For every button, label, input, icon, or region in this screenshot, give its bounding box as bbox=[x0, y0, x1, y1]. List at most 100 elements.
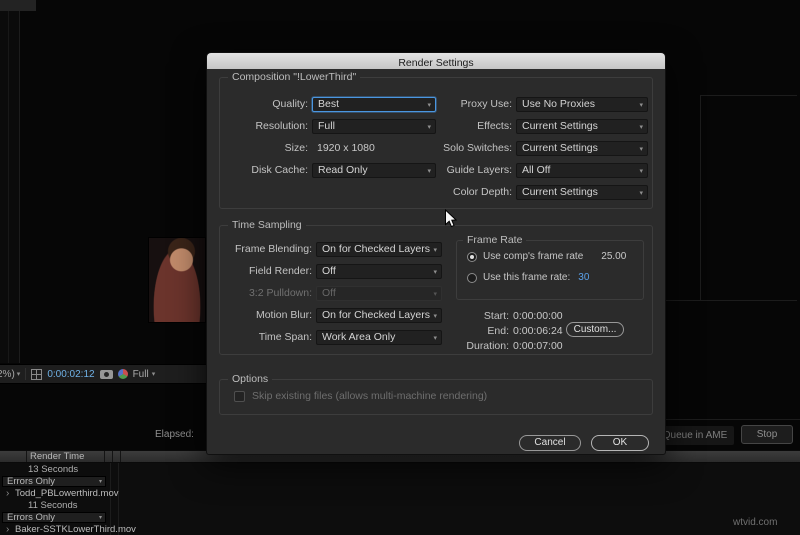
left-panel-edge bbox=[0, 0, 20, 363]
chevron-down-icon: ▾ bbox=[433, 334, 437, 342]
motion-blur-label: Motion Blur: bbox=[255, 309, 312, 321]
radio-dot bbox=[470, 254, 474, 259]
log-dropdown[interactable]: Errors Only ▾ bbox=[2, 512, 106, 523]
resolution-label: Resolution: bbox=[255, 120, 308, 132]
panel-divider bbox=[8, 0, 9, 363]
column-divider bbox=[104, 451, 105, 462]
cancel-button[interactable]: Cancel bbox=[519, 435, 581, 451]
column-divider bbox=[26, 451, 27, 462]
column-divider bbox=[120, 451, 121, 462]
output-file-link[interactable]: Todd_PBLowerthird.mov bbox=[15, 488, 119, 500]
time-sampling-group: Time Sampling Frame Blending: On for Che… bbox=[219, 219, 653, 355]
field-render-dropdown[interactable]: Off ▾ bbox=[316, 264, 442, 279]
radio-selected-icon[interactable] bbox=[467, 251, 477, 262]
custom-button[interactable]: Custom... bbox=[566, 322, 624, 337]
render-time-column-header[interactable]: Render Time bbox=[30, 451, 84, 462]
end-label: End: bbox=[487, 325, 509, 337]
snapshot-camera-icon[interactable] bbox=[99, 369, 113, 379]
skip-existing-label: Skip existing files (allows multi-machin… bbox=[252, 390, 488, 402]
quality-label: Quality: bbox=[272, 98, 308, 110]
log-dropdown[interactable]: Errors Only ▾ bbox=[2, 476, 106, 487]
elapsed-label: Elapsed: bbox=[155, 429, 194, 440]
effects-dropdown[interactable]: Current Settings ▾ bbox=[516, 119, 648, 134]
color-depth-dropdown[interactable]: Current Settings ▾ bbox=[516, 185, 648, 200]
output-row: › Baker-SSTKLowerThird.mov bbox=[0, 524, 220, 535]
pulldown-value: Off bbox=[322, 287, 336, 299]
chevron-down-icon: ▾ bbox=[433, 312, 437, 320]
pulldown-dropdown: Off ▾ bbox=[316, 286, 442, 301]
time-span-dropdown[interactable]: Work Area Only ▾ bbox=[316, 330, 442, 345]
panel-border bbox=[700, 95, 797, 96]
proxy-use-label: Proxy Use: bbox=[460, 98, 512, 110]
video-thumbnail bbox=[148, 237, 206, 323]
ok-button[interactable]: OK bbox=[591, 435, 649, 451]
render-queue-rows: 13 Seconds Errors Only ▾ › Todd_PBLowert… bbox=[0, 463, 800, 535]
chevron-down-icon: ▾ bbox=[639, 167, 643, 175]
effects-value: Current Settings bbox=[522, 120, 598, 132]
log-row: Errors Only ▾ bbox=[0, 512, 220, 524]
dialog-body: Composition "!LowerThird" Quality: Best … bbox=[207, 69, 665, 455]
frame-rate-legend: Frame Rate bbox=[463, 234, 527, 247]
chevron-down-icon: ▾ bbox=[433, 268, 437, 276]
camera-lens bbox=[103, 371, 109, 377]
render-time-row: 13 Seconds bbox=[0, 464, 220, 476]
time-sampling-legend: Time Sampling bbox=[228, 219, 306, 232]
toolbar-divider bbox=[25, 368, 27, 380]
chevron-right-icon[interactable]: › bbox=[6, 524, 9, 535]
custom-frame-rate-value[interactable]: 30 bbox=[578, 272, 589, 283]
end-value: 0:00:06:24 bbox=[513, 325, 563, 337]
start-label: Start: bbox=[483, 310, 509, 322]
comp-frame-rate-value: 25.00 bbox=[601, 251, 627, 262]
skip-existing-checkbox bbox=[234, 391, 245, 402]
chevron-down-icon: ▾ bbox=[639, 189, 643, 197]
magnification-dropdown[interactable]: 2%) ▾ bbox=[0, 369, 20, 380]
resolution-dropdown[interactable]: Full ▾ bbox=[133, 369, 156, 380]
chevron-down-icon: ▾ bbox=[98, 479, 102, 485]
time-span-label: Time Span: bbox=[258, 331, 312, 343]
options-legend: Options bbox=[228, 373, 273, 386]
comp-frame-rate-option[interactable]: Use comp's frame rate 25.00 bbox=[467, 251, 626, 262]
custom-frame-rate-option[interactable]: Use this frame rate: 30 bbox=[467, 272, 589, 283]
disk-cache-label: Disk Cache: bbox=[251, 164, 308, 176]
chevron-down-icon: ▾ bbox=[98, 515, 102, 521]
motion-blur-dropdown[interactable]: On for Checked Layers ▾ bbox=[316, 308, 442, 323]
solo-switches-dropdown[interactable]: Current Settings ▾ bbox=[516, 141, 648, 156]
field-render-value: Off bbox=[322, 265, 336, 277]
stop-button[interactable]: Stop bbox=[741, 425, 793, 444]
resolution-value: Full bbox=[132, 368, 149, 380]
chevron-right-icon[interactable]: › bbox=[6, 488, 9, 500]
size-value: 1920 x 1080 bbox=[317, 142, 375, 154]
log-row: Errors Only ▾ bbox=[0, 476, 220, 488]
frame-blending-dropdown[interactable]: On for Checked Layers ▾ bbox=[316, 242, 442, 257]
guide-layers-label: Guide Layers: bbox=[446, 164, 512, 176]
chevron-down-icon: ▾ bbox=[433, 290, 437, 298]
magnification-value: 2%) bbox=[0, 368, 15, 380]
queue-in-ame-button[interactable]: Queue in AME bbox=[656, 426, 734, 445]
composition-group: Composition "!LowerThird" Quality: Best … bbox=[219, 71, 653, 209]
render-time-value: 11 Seconds bbox=[28, 500, 78, 511]
chevron-down-icon: ▾ bbox=[433, 246, 437, 254]
duration-value: 0:00:07:00 bbox=[513, 340, 563, 352]
color-depth-value: Current Settings bbox=[522, 186, 598, 198]
show-channel-icon[interactable] bbox=[117, 369, 128, 379]
output-file-link[interactable]: Baker-SSTKLowerThird.mov bbox=[15, 524, 136, 535]
field-render-label: Field Render: bbox=[248, 265, 312, 277]
radio-unselected-icon[interactable] bbox=[467, 272, 477, 283]
panel-border bbox=[700, 95, 701, 300]
column-divider bbox=[112, 451, 113, 462]
start-value: 0:00:00:00 bbox=[513, 310, 563, 322]
panel-border bbox=[666, 419, 800, 420]
solo-switches-label: Solo Switches: bbox=[443, 142, 512, 154]
motion-blur-value: On for Checked Layers bbox=[322, 309, 430, 321]
render-time-value: 13 Seconds bbox=[28, 464, 79, 475]
proxy-use-dropdown[interactable]: Use No Proxies ▾ bbox=[516, 97, 648, 112]
timecode-display[interactable]: 0:00:02:12 bbox=[47, 369, 94, 380]
grid-options-icon[interactable] bbox=[31, 368, 43, 380]
guide-layers-dropdown[interactable]: All Off ▾ bbox=[516, 163, 648, 178]
pulldown-label: 3:2 Pulldown: bbox=[248, 287, 312, 299]
dialog-titlebar[interactable]: Render Settings bbox=[207, 53, 665, 69]
dialog-title: Render Settings bbox=[398, 57, 474, 69]
frame-rate-group: Frame Rate Use comp's frame rate 25.00 U… bbox=[456, 234, 644, 300]
render-time-row: 11 Seconds bbox=[0, 500, 220, 512]
composition-toolbar: 2%) ▾ 0:00:02:12 Full ▾ bbox=[0, 364, 206, 384]
